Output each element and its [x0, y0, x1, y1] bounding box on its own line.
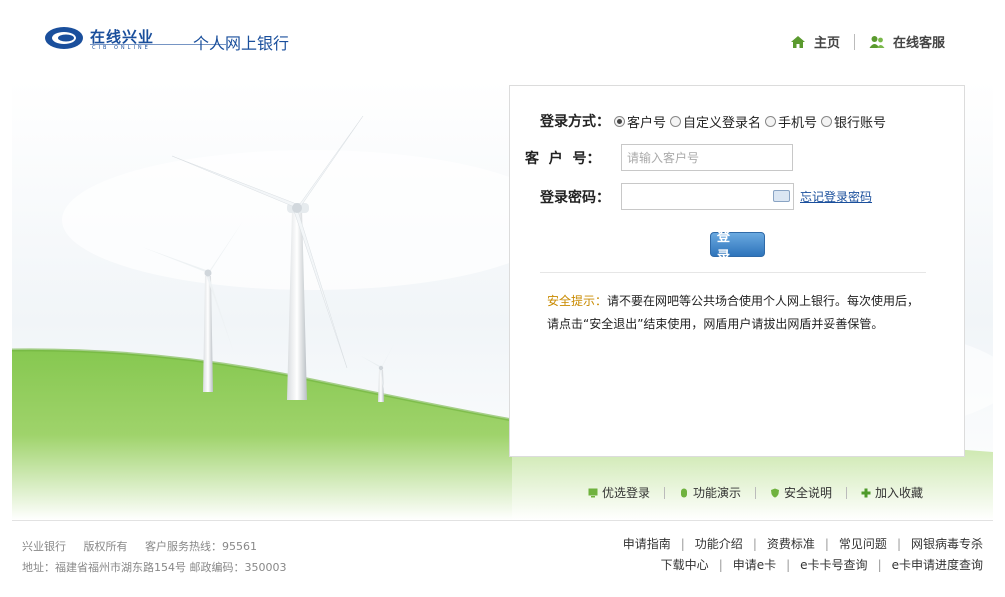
footer-link-fees[interactable]: 资费标准 — [767, 534, 815, 555]
account-row: 客 户 号： 请输入客户号 — [525, 144, 793, 171]
nav-home-label: 主页 — [813, 36, 840, 51]
account-input[interactable]: 请输入客户号 — [621, 144, 793, 171]
footer-link-ecard-progress-query[interactable]: e卡申请进度查询 — [892, 555, 983, 576]
footer-link-features[interactable]: 功能介绍 — [695, 534, 743, 555]
forgot-password-link[interactable]: 忘记登录密码 — [800, 188, 872, 205]
panel-divider — [540, 272, 926, 273]
mouse-icon — [681, 488, 688, 497]
quicklink-bookmark-label: 加入收藏 — [875, 486, 924, 500]
footer-link-separator: | — [680, 537, 685, 551]
quicklink-security[interactable]: 安全说明 — [770, 484, 832, 501]
login-method-options: 客户号 自定义登录名 手机号 银行账号 — [610, 112, 886, 131]
footer-link-separator: | — [896, 537, 901, 551]
footer-link-separator: | — [786, 558, 791, 572]
shield-icon — [771, 488, 780, 497]
radio-bank-account[interactable] — [821, 115, 833, 127]
quicklink-divider — [755, 486, 757, 499]
radio-custom-login-name[interactable] — [670, 115, 682, 127]
security-tip-text-1: 请不要在网吧等公共场合使用个人网上银行。每次使用后， — [607, 294, 920, 308]
radio-bank-account-label[interactable]: 银行账号 — [834, 112, 886, 131]
quicklink-demo[interactable]: 功能演示 — [679, 484, 741, 501]
footer-link-separator: | — [877, 558, 882, 572]
password-input[interactable] — [621, 183, 794, 210]
footer-address: 地址：福建省福州市湖东路154号 邮政编码：350003 — [22, 561, 287, 574]
login-method-row: 登录方式： 客户号 自定义登录名 手机号 银行账号 — [540, 111, 886, 131]
footer-hotline: 客户服务热线：95561 — [145, 540, 257, 553]
footer-info: 兴业银行 版权所有 客户服务热线：95561 地址：福建省福州市湖东路154号 … — [22, 536, 286, 578]
nav-home[interactable]: 主页 — [790, 32, 840, 51]
footer-bank-name: 兴业银行 — [22, 540, 66, 553]
footer-link-faq[interactable]: 常见问题 — [839, 534, 887, 555]
plus-icon — [861, 488, 871, 497]
quicklink-preferred-login-label: 优选登录 — [602, 486, 651, 500]
password-row: 登录密码： 忘记登录密码 — [540, 183, 872, 210]
footer-link-downloads[interactable]: 下载中心 — [661, 555, 709, 576]
radio-custom-login-name-label[interactable]: 自定义登录名 — [683, 112, 761, 131]
nav-customer-service[interactable]: 在线客服 — [869, 32, 945, 51]
security-tip-text-2: 请点击“安全退出”结束使用，网盾用户请拔出网盾并妥善保管。 — [547, 317, 884, 331]
logo-mark-icon — [45, 27, 83, 49]
radio-customer-number[interactable] — [614, 115, 625, 127]
radio-mobile-number[interactable] — [765, 115, 777, 127]
quick-links: 优选登录 功能演示 安全说明 加入收藏 — [588, 484, 923, 501]
monitor-icon — [588, 488, 598, 497]
footer-link-apply-ecard[interactable]: 申请e卡 — [733, 555, 776, 576]
footer-link-separator: | — [752, 537, 757, 551]
cib-logo[interactable]: 在线兴业 CIB ONLINE — [44, 24, 226, 56]
logo-subtext: CIB ONLINE — [92, 45, 151, 51]
footer-links-row-1: 申请指南 | 功能介绍 | 资费标准 | 常见问题 | 网银病毒专杀 — [623, 534, 983, 555]
customer-service-icon — [869, 35, 885, 48]
security-tip: 安全提示：请不要在网吧等公共场合使用个人网上银行。每次使用后， 请点击“安全退出… — [547, 290, 937, 336]
account-label: 客 户 号： — [525, 150, 601, 167]
footer-divider — [12, 520, 993, 521]
header: 在线兴业 CIB ONLINE 个人网上银行 主页 在线客服 — [0, 0, 1005, 80]
home-icon — [790, 35, 805, 48]
footer-copyright: 版权所有 — [83, 540, 128, 553]
footer-link-antivirus[interactable]: 网银病毒专杀 — [911, 534, 983, 555]
security-tip-label: 安全提示： — [547, 294, 608, 308]
footer-links-row-2: 下载中心 | 申请e卡 | e卡卡号查询 | e卡申请进度查询 — [623, 555, 983, 576]
login-button[interactable]: 登 录 — [710, 230, 765, 264]
quicklink-preferred-login[interactable]: 优选登录 — [588, 484, 650, 501]
nav-divider — [853, 33, 855, 50]
password-label: 登录密码： — [540, 189, 610, 206]
footer-link-separator: | — [824, 537, 829, 551]
login-panel: 登录方式： 客户号 自定义登录名 手机号 银行账号 客 户 号： 请输入客户号 … — [509, 85, 965, 457]
quicklink-demo-label: 功能演示 — [693, 486, 742, 500]
footer-link-application-guide[interactable]: 申请指南 — [623, 534, 671, 555]
footer-links: 申请指南 | 功能介绍 | 资费标准 | 常见问题 | 网银病毒专杀 下载中心 … — [623, 534, 983, 576]
quicklink-divider — [846, 486, 848, 499]
radio-mobile-number-label[interactable]: 手机号 — [778, 112, 817, 131]
nav-customer-service-label: 在线客服 — [892, 36, 945, 51]
radio-customer-number-label[interactable]: 客户号 — [627, 112, 666, 131]
quicklink-security-label: 安全说明 — [784, 486, 833, 500]
quicklink-divider — [664, 486, 666, 499]
quicklink-bookmark[interactable]: 加入收藏 — [861, 484, 923, 501]
footer-link-separator: | — [718, 558, 723, 572]
page-title: 个人网上银行 — [193, 34, 290, 53]
footer-link-ecard-number-query[interactable]: e卡卡号查询 — [800, 555, 867, 576]
virtual-keyboard-icon[interactable] — [773, 190, 790, 202]
top-nav: 主页 在线客服 — [790, 32, 945, 51]
login-method-label: 登录方式： — [540, 114, 610, 130]
